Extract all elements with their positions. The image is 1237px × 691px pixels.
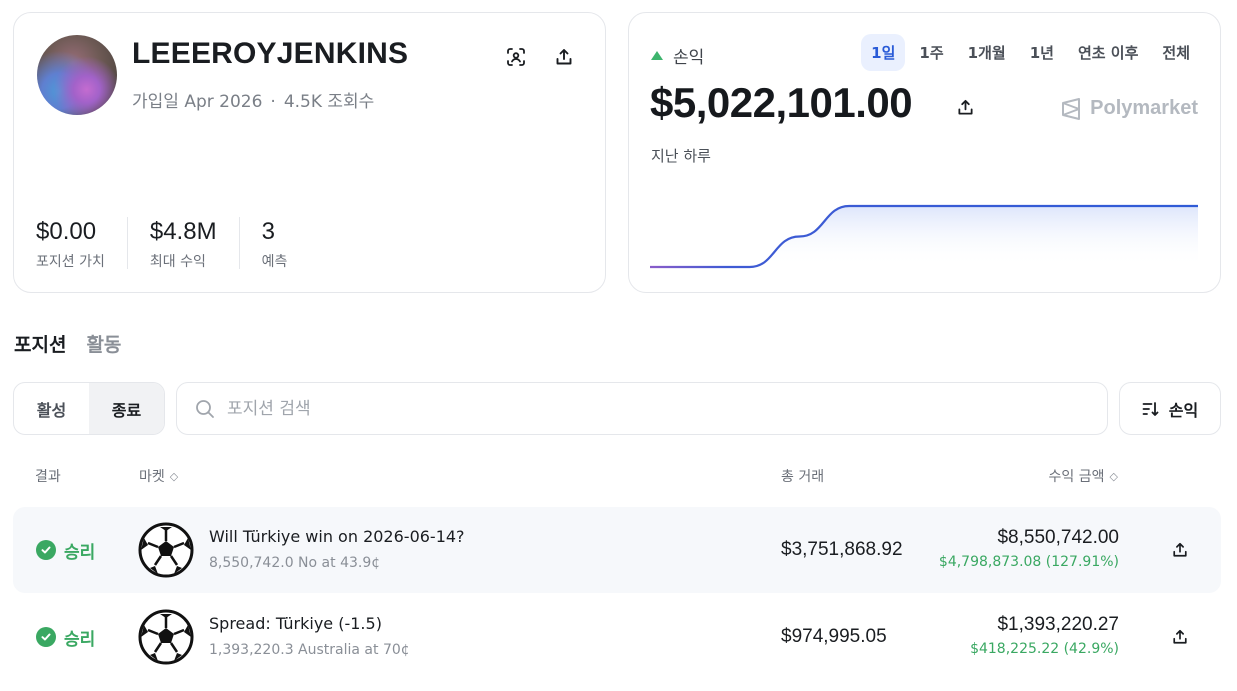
stat-label: 최대 수익	[149, 254, 206, 270]
range-1m[interactable]: 1개월	[958, 34, 1016, 71]
check-circle-icon	[36, 540, 56, 560]
profit-amount: $8,550,742.00	[997, 527, 1119, 548]
range-1d[interactable]: 1일	[861, 34, 906, 71]
result-badge: 승리	[36, 594, 95, 680]
search-icon	[196, 399, 214, 418]
pnl-header: 손익	[651, 43, 704, 68]
up-triangle-icon	[651, 51, 663, 60]
join-date: 가입일 Apr 2026	[132, 92, 263, 112]
profile-meta: 가입일 Apr 2026 · 4.5K 조회수	[132, 87, 374, 112]
pnl-card: 손익 1일 1주 1개월 1년 연초 이후 전체 $5,022,101.00 P…	[628, 12, 1221, 293]
market-detail: 8,550,742.0 No at 43.9¢	[209, 555, 381, 571]
stat-position-value: $0.00 포지션 가치	[36, 217, 128, 270]
range-1w[interactable]: 1주	[909, 34, 953, 71]
pnl-share-button[interactable]	[949, 91, 981, 123]
stat-value: $0.00	[36, 218, 97, 245]
share-icon	[957, 99, 973, 115]
polymarket-icon	[1062, 97, 1081, 120]
stat-label: 예측	[261, 254, 288, 270]
profile-card: LEEEROYJENKINS 가입일 Apr 2026 · 4.5K 조회수 $0.…	[13, 12, 606, 293]
table-row[interactable]: 승리 Spread: Türkiye (-1.5) 1,393,220.3 Au…	[13, 594, 1221, 680]
sort-label: 손익	[1168, 400, 1199, 420]
username: LEEEROYJENKINS	[132, 37, 409, 70]
profit-gain: $418,225.22 (42.9%)	[970, 641, 1119, 657]
soccer-ball-icon	[138, 609, 194, 665]
market-title[interactable]: Will Türkiye win on 2026-06-14?	[209, 527, 465, 546]
share-icon	[556, 49, 572, 65]
brand-name: Polymarket	[1090, 97, 1198, 119]
pnl-area	[650, 206, 1198, 267]
period-label: 지난 하루	[651, 147, 711, 165]
header-result: 결과	[35, 466, 61, 486]
sort-caret-icon: ◇	[1109, 469, 1118, 483]
view-count: 4.5K 조회수	[283, 92, 375, 112]
range-ytd[interactable]: 연초 이후	[1068, 34, 1148, 71]
header-result-label: 결과	[35, 469, 61, 485]
sort-icon	[1142, 401, 1159, 416]
stat-value: 3	[261, 218, 275, 245]
share-icon	[1173, 542, 1187, 557]
face-scan-button[interactable]	[500, 41, 532, 73]
result-badge: 승리	[36, 507, 95, 593]
stat-value: $4.8M	[149, 218, 217, 245]
market-detail: 1,393,220.3 Australia at 70¢	[209, 642, 410, 658]
sort-caret-icon: ◇	[169, 469, 179, 483]
position-tabs: 포지션 활동	[14, 330, 141, 357]
header-amount-label: 수익 금액	[1048, 469, 1105, 485]
search-input[interactable]	[227, 398, 1087, 419]
stat-predictions: 3 예측	[261, 217, 310, 270]
search-box	[176, 382, 1108, 435]
range-all[interactable]: 전체	[1152, 34, 1200, 71]
segment-active[interactable]: 활성	[14, 383, 89, 434]
table-row[interactable]: 승리 Will Türkiye win on 2026-06-14? 8,550…	[13, 507, 1221, 593]
segment-closed[interactable]: 종료	[89, 383, 164, 434]
header-volume: 총 거래	[781, 466, 824, 486]
total-volume: $3,751,868.92	[781, 539, 903, 560]
header-volume-label: 총 거래	[781, 469, 825, 485]
sort-button[interactable]: 손익	[1119, 382, 1221, 435]
header-market[interactable]: 마켓 ◇	[139, 466, 178, 486]
profile-share-button[interactable]	[548, 41, 580, 73]
profit-amount: $1,393,220.27	[997, 614, 1119, 635]
meta-separator: ·	[270, 92, 276, 112]
pnl-value: $5,022,101.00	[650, 79, 913, 126]
result-label: 승리	[64, 542, 96, 563]
total-volume: $974,995.05	[781, 626, 887, 647]
polymarket-logo: Polymarket	[1060, 97, 1198, 120]
profit-gain: $4,798,873.08 (127.91%)	[938, 554, 1119, 570]
range-selector: 1일 1주 1개월 1년 연초 이후 전체	[857, 34, 1200, 71]
range-1y[interactable]: 1년	[1020, 34, 1064, 71]
face-scan-icon	[507, 48, 525, 66]
profile-stats: $0.00 포지션 가치 $4.8M 최대 수익 3 예측	[36, 217, 331, 270]
tab-positions[interactable]: 포지션	[14, 330, 66, 357]
stat-label: 포지션 가치	[36, 254, 105, 270]
row-share-button[interactable]	[1163, 620, 1197, 654]
row-share-button[interactable]	[1163, 533, 1197, 567]
header-amount[interactable]: 수익 금액 ◇	[1049, 466, 1118, 486]
market-title[interactable]: Spread: Türkiye (-1.5)	[209, 614, 382, 633]
status-segment: 활성 종료	[13, 382, 165, 435]
share-icon	[1173, 629, 1187, 644]
pnl-chart	[650, 204, 1198, 269]
result-label: 승리	[64, 629, 96, 650]
check-circle-icon	[36, 627, 56, 647]
soccer-ball-icon	[138, 522, 194, 578]
avatar[interactable]	[37, 35, 117, 115]
stat-max-profit: $4.8M 최대 수익	[149, 217, 240, 270]
header-market-label: 마켓	[139, 469, 165, 485]
tab-activity[interactable]: 활동	[86, 330, 121, 357]
pnl-label: 손익	[673, 48, 705, 68]
